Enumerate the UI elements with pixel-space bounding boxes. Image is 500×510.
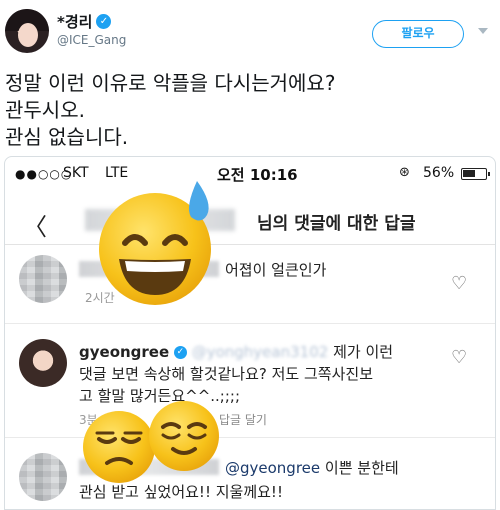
- comment-text: 댓글 보면 속상해 할것같나요? 저도 그쪽사진보: [79, 365, 374, 383]
- user-handle[interactable]: @ICE_Gang: [57, 33, 126, 47]
- display-name[interactable]: *경리: [57, 11, 92, 32]
- blurred-avatar[interactable]: [19, 453, 67, 501]
- comments-nav-bar: 〈 님의 댓글에 대한 답글: [5, 193, 495, 245]
- comment-text: 어졉이 얼큰인가: [225, 261, 327, 279]
- rotation-lock-icon: ⊛: [399, 165, 410, 180]
- tweet-line: 관심 없습니다.: [5, 125, 129, 149]
- phone-status-bar: ●●○○○ SKT LTE 오전 10:16 ⊛ 56%: [5, 157, 495, 193]
- tweet-line: 정말 이런 이유로 악플을 다시는거에요?: [5, 71, 336, 95]
- profile-avatar[interactable]: [5, 9, 49, 53]
- comment-text: 이쁜 분한테: [324, 459, 399, 477]
- display-name-row[interactable]: *경리 ✓: [57, 11, 112, 32]
- divider: [5, 323, 495, 324]
- battery-percent: 56%: [423, 165, 455, 181]
- relieved-emoji-icon: [149, 401, 219, 471]
- follow-button[interactable]: 팔로우: [372, 20, 464, 48]
- chevron-down-icon[interactable]: [478, 28, 488, 34]
- avatar[interactable]: [19, 339, 67, 387]
- comment-line: gyeongree ✓ @yonghyean3102 제가 이런: [79, 341, 393, 362]
- verified-badge-icon: ✓: [173, 346, 187, 359]
- verified-badge-icon: ✓: [96, 14, 112, 29]
- battery-icon: [461, 168, 490, 180]
- comment-line: @gyeongree 이쁜 분한테: [225, 457, 399, 478]
- comment-text: 제가 이런: [333, 343, 394, 361]
- tweet-line: 관두시오.: [5, 98, 85, 122]
- status-time: 오전 10:16: [217, 166, 298, 184]
- page-title: 님의 댓글에 대한 답글: [257, 214, 416, 234]
- mention-link[interactable]: @gyeongree: [225, 459, 320, 477]
- back-arrow-icon[interactable]: 〈: [23, 207, 47, 242]
- tweet-header: *경리 ✓ @ICE_Gang 팔로우: [0, 0, 500, 62]
- grinning-sweat-emoji-icon: [99, 181, 211, 305]
- carrier-label: SKT: [63, 165, 89, 181]
- heart-icon[interactable]: ♡: [451, 273, 467, 294]
- reply-link[interactable]: 답글 달기: [219, 411, 267, 428]
- comment-username[interactable]: gyeongree: [79, 343, 169, 361]
- attached-image[interactable]: ●●○○○ SKT LTE 오전 10:16 ⊛ 56% 〈 님의 댓글에 대한…: [4, 156, 496, 510]
- comment-row: 어졉이 얼큰인가 2시간 ♡: [5, 245, 495, 313]
- heart-icon[interactable]: ♡: [451, 347, 467, 368]
- reply-handle: @yonghyean3102: [191, 343, 329, 361]
- tweet-text: 정말 이런 이유로 악플을 다시는거에요? 관두시오. 관심 없습니다.: [5, 70, 495, 151]
- blurred-avatar[interactable]: [19, 255, 67, 303]
